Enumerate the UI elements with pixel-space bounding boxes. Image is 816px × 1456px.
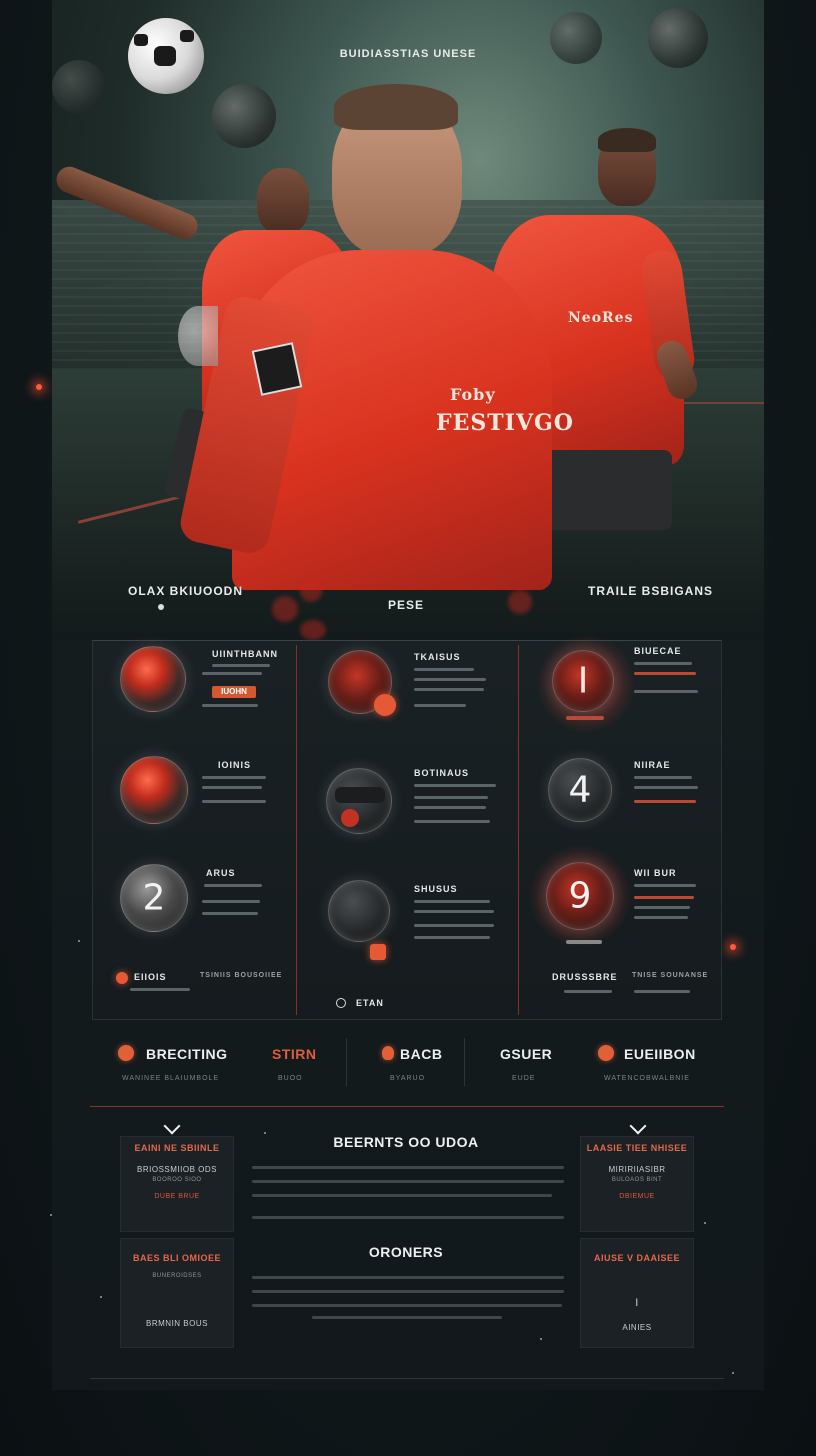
football-icon [52, 60, 106, 114]
jersey-line2: FESTIVGO [436, 410, 574, 436]
radio-icon[interactable] [336, 998, 346, 1008]
stat-title[interactable]: STIRN [272, 1046, 317, 1062]
divider [90, 1106, 724, 1107]
panel-left-bottom[interactable]: BAES BLI OMIOEE BUNEROIDSES BRMNIN BOUS [120, 1238, 234, 1348]
number-orb: 2 [120, 864, 188, 932]
footer-right-sub: TNISE SOUNANSE [632, 972, 709, 979]
panel-right-top[interactable]: LAASIE TIEE NHISEE MIRIRIIASIBR BULOAOS … [580, 1136, 694, 1232]
red-ball-icon [120, 646, 186, 712]
stat-icon [598, 1045, 614, 1061]
stat-title[interactable]: BACB [400, 1046, 442, 1062]
footer-right-title: DRUSSSBRE [552, 972, 618, 982]
stat-title[interactable]: EUEIIBON [624, 1046, 696, 1062]
helmet-ball-icon [326, 768, 392, 834]
football-icon [178, 306, 218, 366]
stat-title[interactable]: BRECITING [146, 1046, 228, 1062]
footer-left-title: EIIOIS [134, 972, 167, 982]
number-orb: I [552, 650, 614, 712]
section-title: ORONERS [368, 1244, 444, 1260]
hero-label-center: PESE [388, 598, 425, 612]
number-orb: 4 [548, 758, 612, 822]
hero-headline: BUIDIASSTIAS UNESE [339, 48, 477, 60]
indicator-dot [158, 604, 164, 610]
badge-icon [370, 944, 386, 960]
panel-left-top[interactable]: EAINI NE SBIINLE BRIOSSMIIOB ODS BOOROO … [120, 1136, 234, 1232]
badge-icon [374, 694, 396, 716]
flame-icon [116, 972, 128, 984]
panel-right-bottom[interactable]: AIUSE V DAAISEE I AINIES [580, 1238, 694, 1348]
hero-label-right: TRAILE BSBIGANS [588, 584, 714, 598]
stat-title[interactable]: GSUER [500, 1046, 552, 1062]
jersey-line1: Foby [450, 385, 496, 404]
footer-center[interactable]: ETAN [356, 998, 384, 1008]
red-ball-icon [120, 756, 188, 824]
football-icon [212, 84, 276, 148]
number-orb: 9 [546, 862, 614, 930]
divider [90, 1378, 724, 1379]
badge: IUOHN [212, 686, 256, 698]
hero-banner: Fmes NeoRes Foby FESTIVGO [52, 0, 764, 640]
flame-icon [382, 1046, 394, 1060]
dark-ball-icon [328, 880, 390, 942]
section-title: BEERNTS OO UDOA [333, 1134, 479, 1150]
footer-left-sub: TSINIIS BOUSOIIEE [200, 972, 283, 979]
hero-label-left: OLAX BKIUOODN [128, 584, 243, 598]
stat-icon [118, 1045, 134, 1061]
